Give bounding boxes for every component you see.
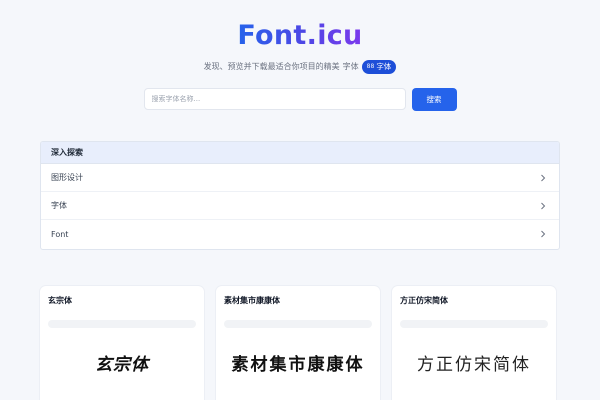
font-card-grid: 玄宗体 玄宗体 素材集市康康体 素材集市康康体 方正仿宋简体 方正仿宋简体 (40, 286, 556, 400)
preview-text-bar (48, 320, 196, 328)
explore-item-label: Font (51, 229, 69, 239)
chevron-right-icon (539, 202, 547, 210)
chevron-right-icon (539, 230, 547, 238)
explore-item-label: 图形设计 (51, 173, 83, 182)
font-card-title: 方正仿宋简体 (400, 296, 448, 305)
font-preview: 素材集市康康体 (231, 355, 365, 375)
explore-item-fonts[interactable]: 字体 (41, 192, 559, 220)
explore-panel: 深入探索 图形设计 字体 Font (40, 141, 560, 250)
tagline-suffix: 字体 (342, 62, 359, 71)
chevron-right-icon (539, 174, 547, 182)
explore-title: 深入探索 (41, 142, 559, 164)
site-logo[interactable]: Font.icu (237, 18, 362, 54)
search-bar: 搜索 (0, 88, 600, 111)
tagline: 发现、预览并下载最适合你项目的精美 字体 88 字体 (0, 60, 600, 74)
font-card-title: 玄宗体 (48, 296, 72, 305)
font-preview: 玄宗体 (95, 355, 149, 375)
preview-text-bar (224, 320, 372, 328)
page-header: Font.icu 发现、预览并下载最适合你项目的精美 字体 88 字体 (0, 0, 600, 74)
font-card[interactable]: 方正仿宋简体 方正仿宋简体 (392, 286, 556, 400)
preview-text-bar (400, 320, 548, 328)
explore-item-graphic-design[interactable]: 图形设计 (41, 164, 559, 192)
tagline-text: 发现、预览并下载最适合你项目的精美 (203, 62, 340, 71)
font-count-badge: 88 字体 (361, 60, 397, 74)
explore-item-font[interactable]: Font (41, 220, 559, 248)
search-button[interactable]: 搜索 (411, 88, 457, 111)
font-card[interactable]: 素材集市康康体 素材集市康康体 (216, 286, 380, 400)
explore-item-label: 字体 (51, 201, 67, 210)
font-preview: 方正仿宋简体 (417, 355, 531, 375)
search-input[interactable] (143, 88, 406, 110)
font-card[interactable]: 玄宗体 玄宗体 (40, 286, 204, 400)
font-card-title: 素材集市康康体 (224, 296, 280, 305)
font-count-number: 88 (366, 63, 375, 70)
font-count-label: 字体 (376, 62, 392, 71)
